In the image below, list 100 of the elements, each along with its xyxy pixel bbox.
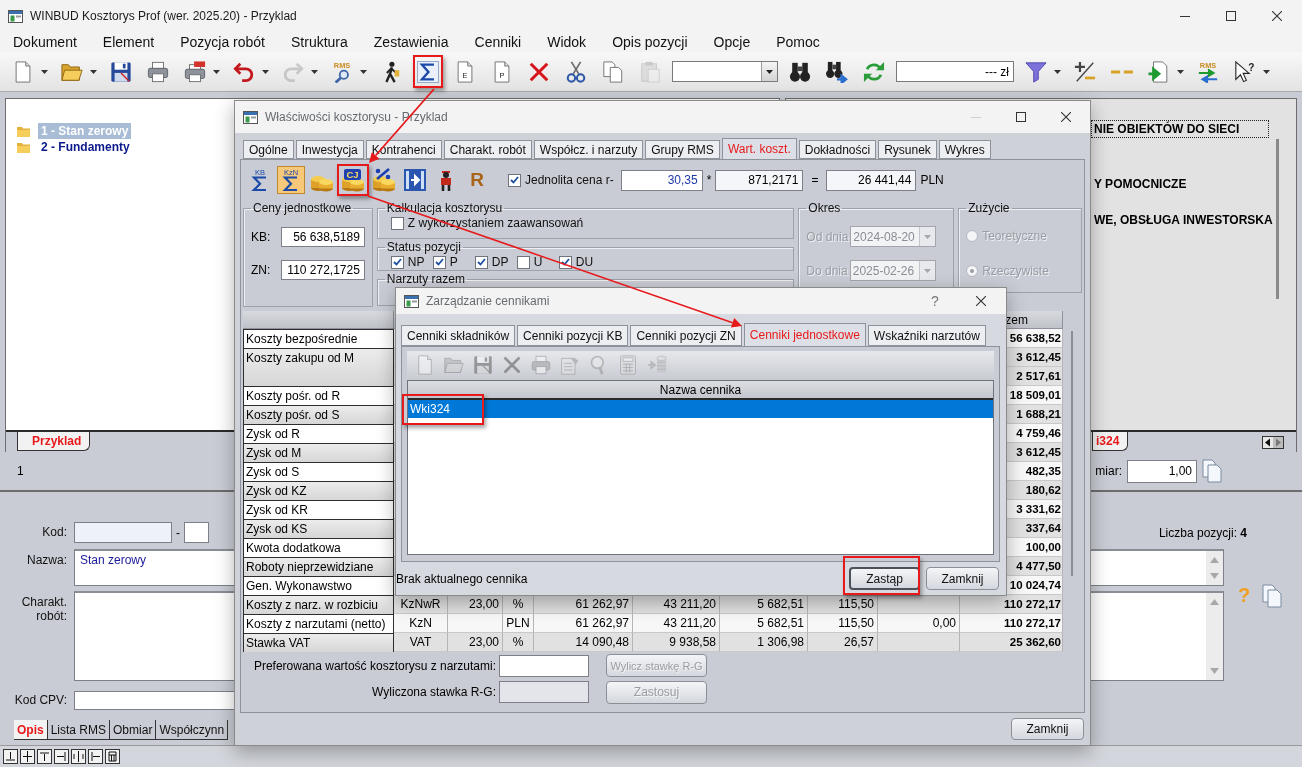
rate-field[interactable]: 30,35	[620, 169, 703, 191]
checkbox[interactable]	[508, 173, 521, 187]
dropdown-caret-icon[interactable]	[212, 69, 220, 74]
refresh-icon[interactable]	[863, 60, 885, 83]
menu-item[interactable]: Element	[89, 34, 168, 50]
lettered-page-icon[interactable]: E	[454, 60, 476, 83]
table-cell: 26,57	[808, 633, 878, 652]
filter-icon[interactable]	[1025, 60, 1047, 83]
binoculars-arrow-icon[interactable]	[826, 60, 848, 83]
tab[interactable]: Inwestycja	[295, 140, 364, 159]
align-middle-icon[interactable]	[20, 749, 35, 764]
printer-flag-icon[interactable]	[184, 60, 206, 83]
align-top-icon[interactable]	[37, 749, 52, 764]
sum-icon[interactable]	[417, 60, 439, 83]
maximize-icon[interactable]	[1015, 112, 1026, 122]
tab[interactable]: Obmiar	[110, 720, 157, 740]
menu-item[interactable]: Dokument	[0, 34, 90, 50]
checkbox[interactable]	[516, 255, 530, 269]
menu-item[interactable]: Cenniki	[461, 34, 535, 50]
tab[interactable]: Cenniki pozycji ZN	[630, 325, 742, 346]
align-bottom-icon[interactable]	[3, 749, 18, 764]
scissors-icon[interactable]	[565, 60, 587, 83]
unit-price-field[interactable]: 56 638,5189	[280, 227, 365, 247]
combo-field[interactable]	[672, 61, 778, 82]
code-suffix-field[interactable]	[184, 522, 209, 543]
price-field[interactable]: --- zł	[896, 61, 1014, 82]
binoculars-icon[interactable]	[789, 60, 811, 83]
undo-icon[interactable]	[233, 60, 255, 83]
maximize-icon[interactable]	[1226, 11, 1236, 21]
preferred-value-field[interactable]	[499, 654, 589, 677]
calculator-icon[interactable]	[105, 749, 120, 764]
tab[interactable]: Współcz. i narzuty	[533, 140, 644, 159]
page-arrow-icon[interactable]	[1148, 60, 1170, 83]
tab[interactable]: Lista RMS	[47, 720, 111, 740]
tab[interactable]: Ogólne	[243, 140, 294, 159]
scroll-left-icon[interactable]	[1263, 437, 1273, 448]
unit-price-field[interactable]: 110 272,1725	[280, 260, 365, 280]
dialog-button[interactable]: Zastąp	[849, 567, 920, 590]
tab[interactable]: Cenniki składników	[401, 325, 516, 346]
checkbox[interactable]	[432, 255, 446, 269]
tree-item[interactable]: 2 - Fundamenty	[38, 139, 133, 155]
delete-icon[interactable]	[528, 60, 550, 83]
tab[interactable]: Wykres	[938, 140, 991, 159]
dropdown-caret-icon[interactable]	[1262, 69, 1270, 74]
align-left-icon[interactable]	[88, 749, 103, 764]
close-icon[interactable]	[1060, 112, 1071, 122]
quantity-field[interactable]: 1,00	[1127, 459, 1197, 483]
menu-item[interactable]: Widok	[534, 34, 600, 50]
scrollbar[interactable]	[1276, 139, 1279, 299]
dropdown-caret-icon[interactable]	[359, 69, 367, 74]
plus-minus-icon[interactable]	[1074, 60, 1096, 83]
coins-percent-icon[interactable]	[372, 168, 396, 192]
dropdown-arrow-icon[interactable]	[766, 69, 773, 74]
tab[interactable]: Cenniki pozycji KB	[517, 325, 629, 346]
total-field[interactable]: 26 441,44	[826, 169, 917, 191]
dropdown-caret-icon[interactable]	[261, 69, 269, 74]
hours-field[interactable]: 871,2171	[715, 169, 804, 191]
close-icon[interactable]	[976, 296, 986, 306]
structure-item[interactable]: Y POMOCNICZE	[1091, 175, 1269, 193]
tab[interactable]: Opis	[14, 720, 48, 740]
row-header-cell: Zysk od R	[243, 424, 394, 443]
copy-icon[interactable]	[602, 60, 624, 83]
sheet-tab[interactable]: Przyklad	[17, 432, 91, 451]
checkbox[interactable]	[390, 216, 404, 230]
align-right-icon[interactable]	[54, 749, 69, 764]
tab[interactable]: Rysunek	[878, 140, 937, 159]
printer-icon[interactable]	[147, 60, 169, 83]
checkbox[interactable]	[390, 255, 404, 269]
blank-page-icon[interactable]	[12, 60, 34, 83]
table-cell: 23,00	[448, 633, 503, 652]
scrollbar[interactable]	[1070, 331, 1073, 576]
dropdown-caret-icon[interactable]	[1176, 69, 1184, 74]
menu-item[interactable]: Opcje	[700, 34, 764, 50]
menu-item[interactable]: Pozycja robót	[167, 34, 278, 50]
table-cell: 115,50	[808, 614, 878, 633]
menu-item[interactable]: Pomoc	[763, 34, 833, 50]
sheet-tab[interactable]: i324	[1092, 432, 1129, 451]
tab[interactable]: Dokładności	[798, 140, 877, 159]
menu-item[interactable]: Opis pozycji	[599, 34, 701, 50]
close-button[interactable]: Zamknij	[1011, 718, 1084, 740]
tab[interactable]: Wskaźniki narzutów	[867, 325, 986, 346]
dropdown-caret-icon[interactable]	[40, 69, 48, 74]
menu-item[interactable]: Struktura	[278, 34, 361, 50]
tab[interactable]: Grupy RMS	[645, 140, 720, 159]
tab[interactable]: Współczynn	[156, 720, 229, 740]
structure-item[interactable]: NIE OBIEKTÓW DO SIECI	[1091, 120, 1269, 138]
close-icon[interactable]	[1272, 11, 1282, 21]
minimize-icon[interactable]	[1180, 15, 1190, 17]
code-field[interactable]	[74, 522, 172, 543]
table-cell: %	[503, 633, 534, 652]
center-lines-icon[interactable]	[71, 749, 86, 764]
help-button[interactable]: ?	[912, 293, 958, 309]
dropdown-caret-icon[interactable]	[89, 69, 97, 74]
tab[interactable]: Charakt. robót	[443, 140, 532, 159]
table-cell: KzNwR	[394, 595, 448, 614]
checkbox[interactable]	[474, 255, 488, 269]
menu-item[interactable]: Zestawienia	[360, 34, 462, 50]
dropdown-caret-icon[interactable]	[1053, 69, 1061, 74]
dialog-button[interactable]: Zamknij	[926, 567, 999, 590]
lettered-page-icon[interactable]: P	[491, 60, 513, 83]
